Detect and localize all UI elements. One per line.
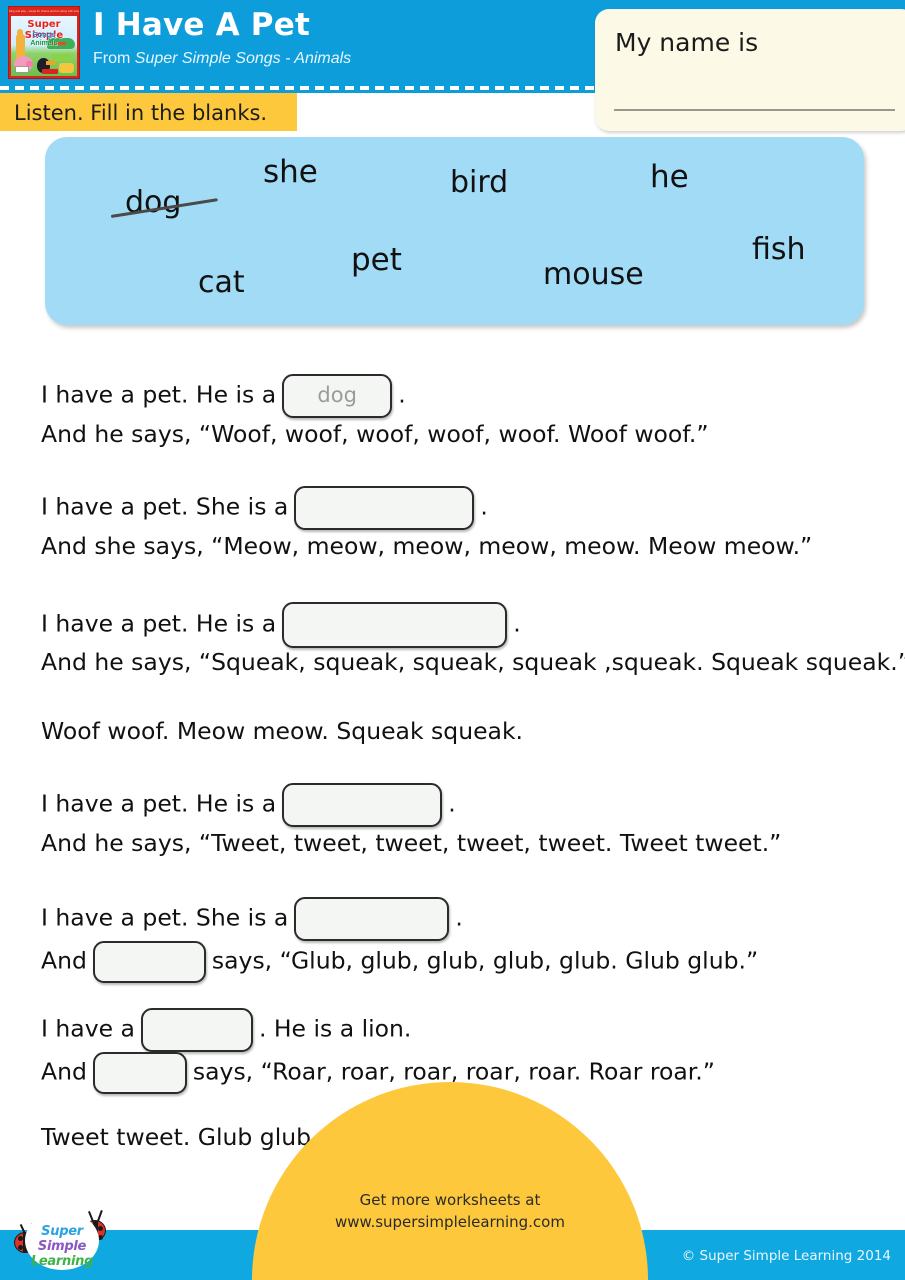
stanza-line-prefix: I have a: [41, 1014, 135, 1043]
page-subtitle: From Super Simple Songs - Animals: [93, 50, 351, 68]
stanza-line-prefix: I have a pet. He is a: [41, 609, 277, 638]
logo-word-simple: Simple: [37, 1239, 87, 1254]
answer-blank-secondary[interactable]: [92, 1052, 187, 1094]
word-bank-word[interactable]: fish: [752, 232, 806, 267]
stanza-sound-line: And she says, “Meow, meow, meow, meow, m…: [41, 532, 812, 560]
refrain-line: Woof woof. Meow meow. Squeak squeak.: [41, 717, 524, 745]
word-bank-word[interactable]: he: [650, 159, 689, 195]
stanza-line2-text: And he says, “Woof, woof, woof, woof, wo…: [41, 420, 709, 448]
answer-blank-primary[interactable]: [282, 602, 508, 648]
stanza-line-prefix: I have a pet. She is a: [41, 903, 289, 932]
word-bank-word[interactable]: pet: [351, 242, 402, 278]
stanza-line-prefix: I have a pet. He is a: [41, 789, 277, 818]
album-cover-thumbnail: Sing and play - songs for chants and fun…: [8, 6, 80, 79]
ball-icon: [59, 63, 74, 73]
stanza-line2-prefix: And: [41, 946, 87, 975]
stanza-line-with-blank: I have a pet. He is a.: [41, 783, 456, 827]
stanza-sound-line: And he says, “Woof, woof, woof, woof, wo…: [41, 420, 709, 448]
album-cover-top-strip: Sing and play - songs for chants and fun…: [9, 7, 79, 16]
word-bank-word[interactable]: she: [263, 154, 318, 190]
stanza-line2-text: And he says, “Tweet, tweet, tweet, tweet…: [41, 829, 782, 857]
stanza-line-suffix: .: [480, 492, 488, 521]
answer-blank-primary[interactable]: [294, 486, 475, 530]
worksheet-page: Sing and play - songs for chants and fun…: [0, 0, 905, 1280]
stanza-line-prefix: I have a pet. He is a: [41, 380, 277, 409]
stanza-sound-line: And he says, “Squeak, squeak, squeak, sq…: [41, 648, 905, 676]
page-title: I Have A Pet: [93, 7, 310, 43]
stanza-line-suffix: .: [448, 789, 456, 818]
album-badge-icon: [15, 66, 29, 73]
stanza-line2-text: And she says, “Meow, meow, meow, meow, m…: [41, 532, 813, 560]
logo-oval: Super Simple Learning: [25, 1211, 99, 1270]
word-bank-word[interactable]: bird: [450, 165, 508, 200]
stanza-sound-line: And says, “Roar, roar, roar, roar, roar. …: [41, 1052, 715, 1094]
snake-icon: [51, 54, 73, 61]
word-bank-word[interactable]: cat: [198, 265, 245, 300]
answer-blank-primary[interactable]: [294, 897, 450, 941]
word-bank-word[interactable]: dog: [125, 185, 181, 220]
word-bank-word[interactable]: mouse: [543, 257, 644, 292]
stanza-line-with-blank: I have a pet. He is a dog.: [41, 374, 406, 418]
answer-blank-secondary[interactable]: [92, 941, 206, 983]
word-bank: dog she bird he fish cat pet mouse: [45, 137, 864, 325]
stanza-sound-line: And says, “Glub, glub, glub, glub, glub. …: [41, 941, 758, 983]
name-box[interactable]: My name is: [595, 9, 905, 131]
logo-word-super: Super: [41, 1224, 83, 1239]
footer-cta-text: Get more worksheets at www.supersimplele…: [252, 1189, 648, 1233]
footer-cta-line2[interactable]: www.supersimplelearning.com: [252, 1211, 648, 1233]
album-title-line3: Animals: [30, 40, 58, 47]
stanza-line-prefix: I have a pet. She is a: [41, 492, 289, 521]
ladybug-right-antenna2-icon: [97, 1210, 103, 1221]
stanza-line-with-blank: I have a pet. He is a.: [41, 602, 521, 648]
copyright-text: © Super Simple Learning 2014: [681, 1248, 891, 1264]
stanza-line2-text: And he says, “Squeak, squeak, squeak, sq…: [41, 648, 905, 676]
album-badge-secondary-icon: [42, 69, 58, 74]
footer-cta-circle: Get more worksheets at www.supersimplele…: [252, 1082, 648, 1280]
stanza-line-with-blank: I have a pet. She is a.: [41, 486, 488, 530]
stanza-line-with-blank: I have a pet. She is a.: [41, 897, 463, 941]
answer-blank-primary[interactable]: [282, 783, 443, 827]
subtitle-source: Super Simple Songs - Animals: [134, 50, 352, 67]
super-simple-learning-logo: Super Simple Learning: [12, 1204, 112, 1278]
name-write-line[interactable]: [614, 109, 895, 111]
answer-blank-primary[interactable]: dog: [282, 374, 393, 418]
stanza-sound-line: And he says, “Tweet, tweet, tweet, tweet…: [41, 829, 781, 857]
answer-blank-primary[interactable]: [140, 1008, 253, 1052]
album-cover-art: Super Simple Songs Animals: [11, 16, 77, 76]
stanza-line2-prefix: And: [41, 1057, 87, 1086]
stanza-line-suffix: .: [513, 609, 521, 638]
stanza-line-suffix: . He is a lion.: [258, 1014, 412, 1043]
footer-cta-line1: Get more worksheets at: [359, 1191, 541, 1209]
stanza-line-suffix: .: [455, 903, 463, 932]
instruction-text: Listen. Fill in the blanks.: [14, 101, 268, 125]
album-title-line2: Songs: [32, 30, 56, 39]
stanza-line-suffix: .: [398, 380, 406, 409]
name-label: My name is: [615, 28, 759, 57]
logo-word-learning: Learning: [30, 1254, 94, 1269]
stanza-line-with-blank: I have a . He is a lion.: [41, 1008, 411, 1052]
subtitle-prefix: From: [93, 50, 135, 67]
stanza-line2-suffix: says, “Glub, glub, glub, glub, glub. Glu…: [211, 946, 759, 975]
